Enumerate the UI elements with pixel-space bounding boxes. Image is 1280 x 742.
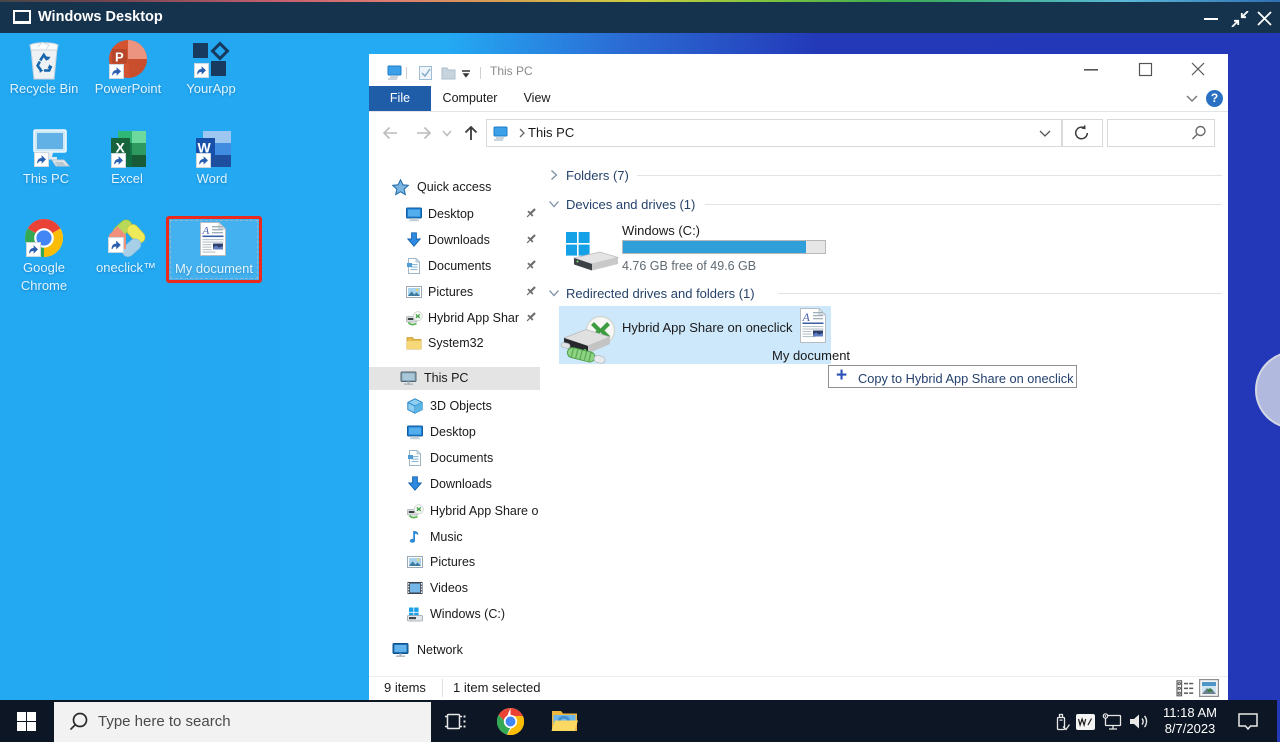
svg-text:A: A — [202, 225, 210, 237]
svg-text:A: A — [802, 310, 811, 324]
svg-text:P: P — [115, 50, 124, 65]
